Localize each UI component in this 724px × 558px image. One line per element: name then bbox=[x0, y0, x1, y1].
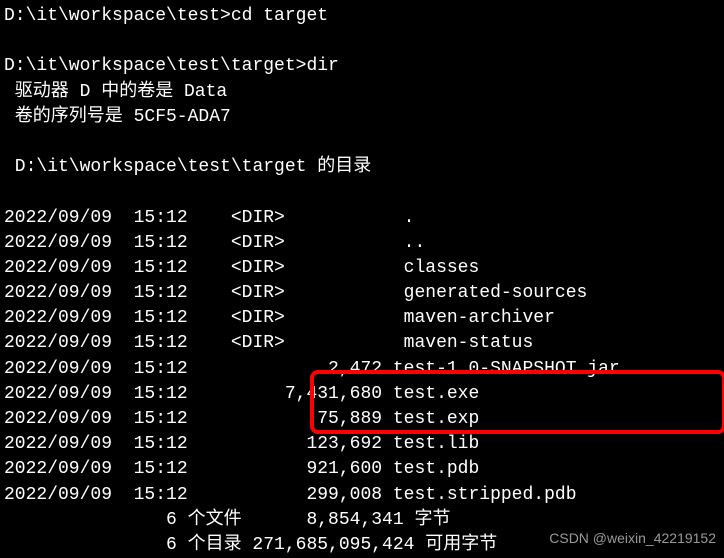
list-item: 2022/09/09 15:12 <DIR> maven-archiver bbox=[4, 306, 720, 331]
list-item: 2022/09/09 15:12 <DIR> generated-sources bbox=[4, 281, 720, 306]
file-listing: 2022/09/09 15:12 <DIR> .2022/09/09 15:12… bbox=[4, 206, 720, 508]
list-item: 2022/09/09 15:12 <DIR> . bbox=[4, 206, 720, 231]
list-item: 2022/09/09 15:12 2,472 test-1.0-SNAPSHOT… bbox=[4, 357, 720, 382]
blank-line bbox=[4, 130, 720, 155]
list-item: 2022/09/09 15:12 7,431,680 test.exe bbox=[4, 382, 720, 407]
list-item: 2022/09/09 15:12 <DIR> .. bbox=[4, 231, 720, 256]
list-item: 2022/09/09 15:12 921,600 test.pdb bbox=[4, 457, 720, 482]
command-text: dir bbox=[306, 56, 338, 76]
volume-info: 驱动器 D 中的卷是 Data bbox=[4, 80, 720, 105]
command-text: cd target bbox=[231, 6, 328, 26]
prompt-text: D:\it\workspace\test\target> bbox=[4, 56, 306, 76]
list-item: 2022/09/09 15:12 <DIR> maven-status bbox=[4, 331, 720, 356]
list-item: 2022/09/09 15:12 123,692 test.lib bbox=[4, 432, 720, 457]
list-item: 2022/09/09 15:12 <DIR> classes bbox=[4, 256, 720, 281]
serial-info: 卷的序列号是 5CF5-ADA7 bbox=[4, 105, 720, 130]
prompt-text: D:\it\workspace\test> bbox=[4, 6, 231, 26]
directory-of: D:\it\workspace\test\target 的目录 bbox=[4, 155, 720, 180]
list-item: 2022/09/09 15:12 75,889 test.exp bbox=[4, 407, 720, 432]
prompt-line-1[interactable]: D:\it\workspace\test>cd target bbox=[4, 4, 720, 29]
prompt-line-2[interactable]: D:\it\workspace\test\target>dir bbox=[4, 54, 720, 79]
list-item: 2022/09/09 15:12 299,008 test.stripped.p… bbox=[4, 483, 720, 508]
blank-line bbox=[4, 180, 720, 205]
blank-line bbox=[4, 29, 720, 54]
watermark-text: CSDN @weixin_42219152 bbox=[549, 529, 716, 549]
